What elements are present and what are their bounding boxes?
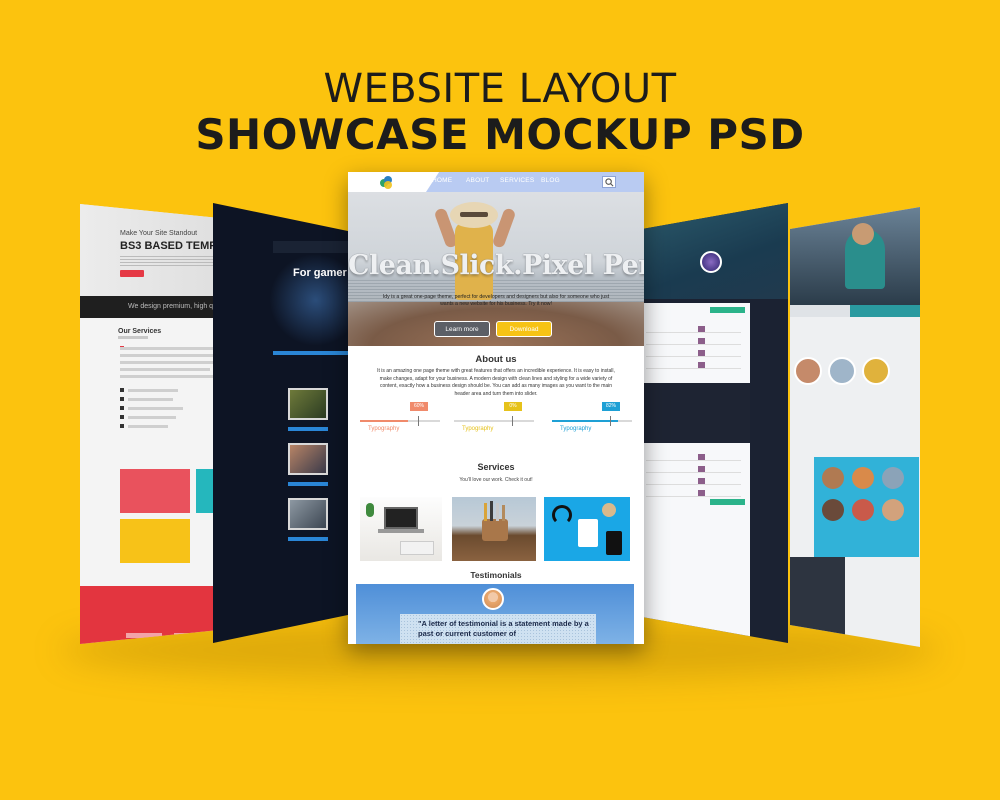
mockup-gallery: [814, 457, 919, 557]
skill-percent: 60%: [410, 402, 428, 411]
mockup-text-line: [120, 368, 210, 371]
nav-about[interactable]: ABOUT: [466, 177, 489, 184]
mockup-right-dark: [640, 203, 788, 643]
mockup-divider: [288, 427, 328, 431]
mockup-thumbnail: [288, 388, 328, 420]
mockup-left-dark: For gamer by: [213, 203, 361, 643]
testimonial-section: "A letter of testimonial is a statement …: [356, 584, 634, 644]
services-subtitle: You'll love our work. Check it out!: [459, 477, 533, 483]
skill-label: Typography: [560, 426, 592, 432]
mockup-tile-yellow: [120, 519, 190, 563]
skill-bar: 0% Typography: [454, 402, 536, 436]
mockup-avatar: [828, 357, 856, 385]
nav-services[interactable]: SERVICES: [500, 177, 534, 184]
hero-section: Clean.Slick.Pixel Perfect Idy is a great…: [348, 192, 644, 346]
about-title: About us: [475, 354, 517, 365]
table-row: [646, 475, 741, 485]
mockup-text-line: [120, 347, 220, 350]
mockup-gallery-item: [822, 499, 844, 521]
mockup-text-line: [128, 416, 176, 419]
list-bullet-icon: [120, 424, 124, 428]
table-row: [646, 451, 741, 461]
skill-marker: [512, 416, 513, 426]
skill-marker: [418, 416, 419, 426]
skill-fill: [552, 420, 618, 422]
table-row: [646, 323, 741, 333]
mockup-services-title: Our Services: [118, 328, 162, 335]
mockup-gallery-item: [822, 467, 844, 489]
nav-home[interactable]: HOME: [432, 177, 452, 184]
mockup-tabs: [790, 305, 920, 317]
skill-bar: 60% Typography: [360, 402, 442, 436]
mockup-text-line: [120, 375, 225, 378]
hero-hat-band: [460, 212, 488, 217]
mockup-text-line: [128, 398, 173, 401]
testimonials-title: Testimonials: [470, 570, 522, 580]
mockup-avatar: [862, 357, 890, 385]
mockup-gallery-item: [852, 499, 874, 521]
download-button[interactable]: Download: [496, 321, 552, 337]
skill-label: Typography: [368, 426, 400, 432]
search-button[interactable]: [602, 176, 616, 188]
mockup-dark-band: [640, 383, 750, 443]
learn-more-button[interactable]: Learn more: [434, 321, 490, 337]
main-page-mockup: HOME ABOUT SERVICES BLOG Clean.Slick.Pix…: [348, 172, 644, 644]
mockup-services-sub: [118, 336, 148, 339]
skill-track: [454, 420, 534, 422]
table-row: [646, 359, 741, 369]
mockup-button: [120, 270, 144, 277]
mockup-tile-red: [120, 469, 190, 513]
skill-percent: 82%: [602, 402, 620, 411]
headline-line-1: WEBSITE LAYOUT: [323, 66, 677, 112]
avatar: [700, 251, 722, 273]
mockup-dark-block: [790, 557, 845, 637]
mockup-right-light: [790, 207, 920, 647]
mockup-text-line: [120, 361, 220, 364]
hero-tagline: Idy is a great one-page theme, perfect f…: [382, 294, 610, 308]
mockup-person-head: [852, 223, 874, 245]
about-text: It is an amazing one page theme with gre…: [377, 368, 615, 397]
skill-marker: [610, 416, 611, 426]
table-row: [646, 487, 741, 497]
mockup-button: [710, 499, 745, 505]
logo-icon: [380, 176, 392, 189]
service-image-pencils: [452, 497, 536, 561]
mockup-thumbnail: [288, 498, 328, 530]
mockup-gallery-item: [882, 467, 904, 489]
top-nav: HOME ABOUT SERVICES BLOG: [348, 172, 644, 192]
table-row: [646, 463, 741, 473]
headline-line-2: SHOWCASE MOCKUP PSD: [195, 110, 805, 159]
skill-percent: 0%: [504, 402, 522, 411]
skill-fill: [360, 420, 408, 422]
service-image-laptop: [360, 497, 442, 561]
mockup-divider: [288, 482, 328, 486]
service-image-headphones: [544, 497, 630, 561]
mockup-avatar: [794, 357, 822, 385]
hero-headline: Clean.Slick.Pixel Perfect: [348, 250, 644, 281]
mockup-gallery-item: [882, 499, 904, 521]
mockup-panel: [640, 303, 750, 643]
skill-label: Typography: [462, 426, 494, 432]
mockup-divider: [288, 537, 328, 541]
table-row: [646, 335, 741, 345]
avatar: [482, 588, 504, 610]
services-title: Services: [477, 462, 515, 472]
mockup-heading: BS3 BASED TEMP: [120, 240, 217, 252]
testimonial-quote: "A letter of testimonial is a statement …: [400, 614, 596, 644]
list-bullet-icon: [120, 397, 124, 401]
table-row: [646, 347, 741, 357]
list-bullet-icon: [120, 415, 124, 419]
nav-blog[interactable]: BLOG: [541, 177, 560, 184]
mockup-kicker: Make Your Site Standout: [120, 230, 198, 237]
mockup-text-line: [128, 389, 178, 392]
skill-bar: 82% Typography: [552, 402, 634, 436]
mockup-button: [710, 307, 745, 313]
mockup-text-line: [128, 407, 183, 410]
mockup-thumbnail: [288, 443, 328, 475]
list-bullet-icon: [120, 406, 124, 410]
mockup-text-line: [128, 425, 168, 428]
list-bullet-icon: [120, 388, 124, 392]
mockup-gallery-item: [852, 467, 874, 489]
search-icon: [605, 178, 614, 187]
